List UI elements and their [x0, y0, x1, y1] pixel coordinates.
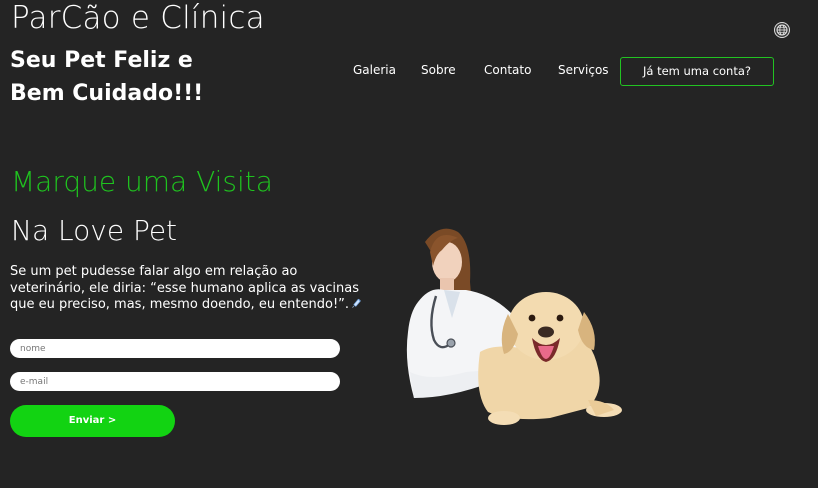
- account-login-button[interactable]: Já tem uma conta?: [620, 57, 774, 86]
- name-input[interactable]: [10, 339, 340, 358]
- nav-item-contato[interactable]: Contato: [484, 63, 531, 77]
- nav-item-sobre[interactable]: Sobre: [421, 63, 456, 77]
- nav-item-servicos[interactable]: Serviços: [558, 63, 609, 77]
- site-tagline: Seu Pet Feliz e Bem Cuidado!!!: [10, 48, 204, 106]
- hero-description: Se um pet pudesse falar algo em relação …: [10, 264, 366, 314]
- email-input[interactable]: [10, 372, 340, 391]
- hero-title-white: Na Love Pet: [11, 214, 178, 247]
- hero-description-text: Se um pet pudesse falar algo em relação …: [10, 264, 359, 312]
- hero-title-green: Marque uma Visita: [11, 165, 273, 198]
- vet-with-dog-image: [406, 228, 622, 425]
- syringe-icon: [352, 298, 361, 308]
- globe-icon[interactable]: [774, 22, 790, 38]
- nav-item-galeria[interactable]: Galeria: [353, 63, 396, 77]
- submit-button[interactable]: Enviar >: [10, 405, 175, 437]
- brand-title: ParCão e Clínica: [11, 0, 265, 36]
